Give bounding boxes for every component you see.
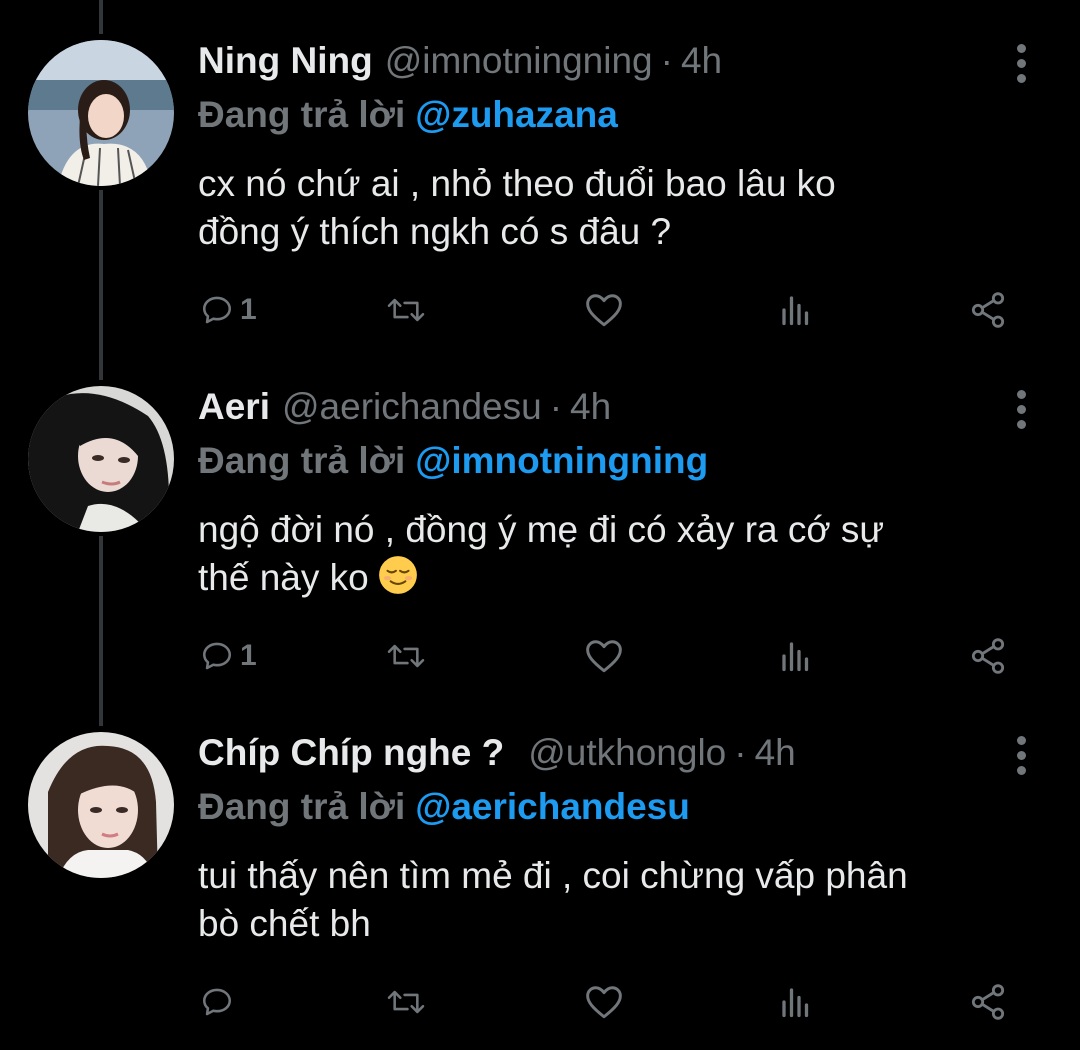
replying-label: Đang trả lời [198, 94, 406, 135]
replying-to: Đang trả lời @imnotningning [198, 440, 708, 482]
separator-dot: · [549, 386, 563, 427]
tweet-text-line: cx nó chứ ai , nhỏ theo đuổi bao lâu ko [198, 163, 836, 204]
user-handle[interactable]: @imnotningning [385, 40, 653, 82]
user-handle[interactable]: @aerichandesu [282, 386, 542, 428]
heart-icon [586, 294, 622, 327]
tweet-text-line-with-emoji: thế này ko [198, 554, 1018, 602]
avatar-image [28, 40, 174, 186]
separator-dot: · [660, 40, 673, 81]
views-button[interactable] [778, 632, 814, 680]
timestamp[interactable]: 4h [681, 40, 722, 82]
share-icon [971, 638, 1005, 674]
timestamp[interactable]: 4h [755, 732, 796, 774]
thread-line-1 [99, 190, 103, 380]
retweet-icon [387, 298, 425, 322]
reply-button[interactable]: 1 [200, 286, 257, 334]
replying-mention[interactable]: @imnotningning [415, 440, 708, 481]
more-vertical-icon[interactable] [1008, 390, 1034, 434]
reply-button[interactable]: 1 [200, 632, 257, 680]
reply-button[interactable] [200, 978, 240, 1026]
share-icon [971, 292, 1005, 328]
tweet-header: Ning Ning @imnotningning · 4h [198, 40, 722, 90]
views-icon [782, 988, 809, 1018]
share-button[interactable] [968, 286, 1008, 334]
reply-icon [202, 988, 232, 1016]
replying-label: Đang trả lời [198, 786, 406, 827]
tweet-actions [198, 978, 1028, 1026]
views-button[interactable] [778, 286, 814, 334]
tweet-text-line: tui thấy nên tìm mẻ đi , coi chừng vấp p… [198, 855, 908, 896]
retweet-icon [387, 990, 425, 1014]
more-vertical-icon[interactable] [1008, 44, 1034, 88]
tweet-text-line: bò chết bh [198, 903, 371, 944]
avatar[interactable] [28, 386, 174, 532]
avatar[interactable] [28, 40, 174, 186]
thread-line-top [99, 0, 103, 34]
user-handle[interactable]: @utkhonglo [528, 732, 726, 774]
reply-icon [202, 642, 232, 670]
replying-to: Đang trả lời @aerichandesu [198, 786, 690, 828]
share-button[interactable] [968, 978, 1008, 1026]
thread-line-2 [99, 536, 103, 726]
views-button[interactable] [778, 978, 814, 1026]
separator-dot: · [734, 732, 747, 773]
replying-mention[interactable]: @zuhazana [415, 94, 618, 135]
tweet-text-line: thế này ko [198, 557, 369, 598]
tweet-text: ngộ đời nó , đồng ý mẹ đi có xảy ra cớ s… [198, 506, 1018, 602]
display-name[interactable]: Chíp Chíp nghe ? [198, 732, 504, 774]
like-button[interactable] [584, 978, 630, 1026]
tweet-actions: 1 [198, 632, 1028, 680]
tweet-header: Aeri @aerichandesu · 4h [198, 386, 611, 436]
tweet-text-line: đồng ý thích ngkh có s đâu ? [198, 211, 672, 252]
retweet-icon [387, 644, 425, 668]
share-icon [971, 984, 1005, 1020]
replying-to: Đang trả lời @zuhazana [198, 94, 618, 136]
retweet-button[interactable] [386, 286, 432, 334]
display-name[interactable]: Aeri [198, 386, 270, 428]
display-name[interactable]: Ning Ning [198, 40, 373, 82]
reply-count: 1 [240, 293, 257, 326]
reply-icon [202, 296, 232, 324]
replying-mention[interactable]: @aerichandesu [415, 786, 690, 827]
avatar-image [28, 732, 174, 878]
tweet-text: tui thấy nên tìm mẻ đi , coi chừng vấp p… [198, 852, 1018, 948]
avatar[interactable] [28, 732, 174, 878]
tweet-header: Chíp Chíp nghe ? @utkhonglo · 4h [198, 732, 796, 782]
avatar-image [28, 386, 174, 532]
share-button[interactable] [968, 632, 1008, 680]
relieved-face-emoji [378, 556, 417, 594]
reply-count: 1 [240, 639, 257, 672]
replying-label: Đang trả lời [198, 440, 406, 481]
retweet-button[interactable] [386, 978, 432, 1026]
timestamp[interactable]: 4h [570, 386, 611, 428]
views-icon [782, 296, 809, 326]
like-button[interactable] [584, 632, 630, 680]
heart-icon [586, 640, 622, 673]
heart-icon [586, 986, 622, 1019]
retweet-button[interactable] [386, 632, 432, 680]
views-icon [782, 642, 809, 672]
like-button[interactable] [584, 286, 630, 334]
tweet-text-line: ngộ đời nó , đồng ý mẹ đi có xảy ra cớ s… [198, 509, 885, 550]
tweet-actions: 1 [198, 286, 1028, 334]
more-vertical-icon[interactable] [1008, 736, 1034, 780]
tweet-text: cx nó chứ ai , nhỏ theo đuổi bao lâu ko … [198, 160, 1018, 256]
